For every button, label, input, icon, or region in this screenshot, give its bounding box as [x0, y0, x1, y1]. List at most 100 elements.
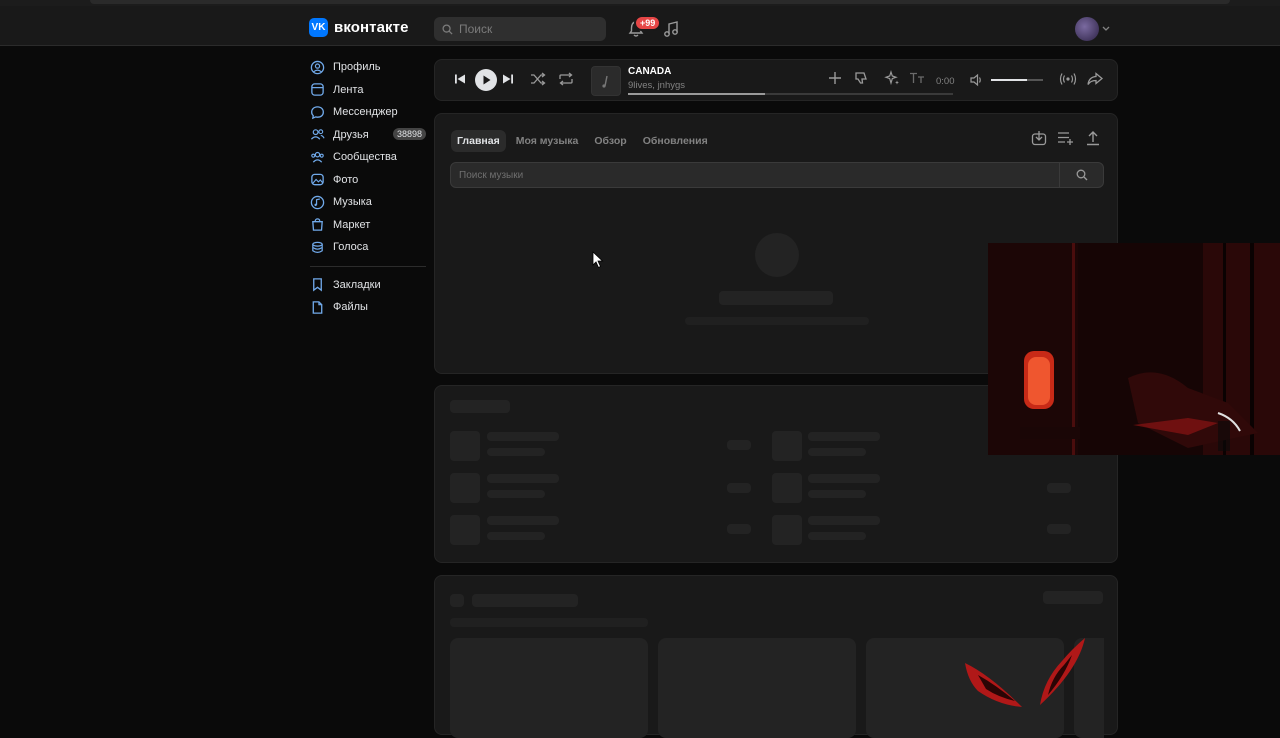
loading-placeholder-line — [487, 432, 559, 441]
photo-icon — [311, 173, 324, 186]
loading-placeholder-line — [487, 532, 545, 540]
music-search-input[interactable] — [451, 163, 1059, 187]
sidebar-item-photo[interactable]: Фото — [310, 169, 426, 192]
music-search-button[interactable] — [1059, 163, 1103, 187]
previous-track-icon[interactable] — [454, 73, 466, 85]
sidebar-item-label: Сообщества — [333, 151, 397, 164]
add-icon[interactable] — [828, 71, 842, 85]
sidebar-divider — [310, 265, 426, 267]
header-search[interactable]: Поиск — [434, 17, 606, 41]
loading-placeholder-line — [727, 440, 751, 450]
loading-placeholder-line — [487, 516, 559, 525]
market-icon — [312, 218, 323, 232]
tab-browse[interactable]: Обзор — [588, 130, 632, 152]
friends-count-badge: 38898 — [392, 127, 426, 140]
friends-icon — [310, 129, 325, 140]
dislike-icon[interactable] — [854, 71, 868, 85]
music-search — [450, 162, 1104, 188]
file-icon — [312, 300, 323, 314]
share-icon[interactable] — [1087, 72, 1103, 86]
vk-logo-icon: VK — [309, 18, 328, 37]
webcam-overlay — [988, 243, 1280, 455]
feed-icon — [311, 83, 324, 97]
loading-placeholder-cover — [450, 431, 480, 461]
loading-placeholder-line — [808, 474, 880, 483]
sidebar-item-label: Маркет — [333, 218, 371, 231]
music-note-icon — [602, 75, 608, 88]
sidebar-item-label: Фото — [333, 173, 359, 186]
music-note-icon[interactable] — [663, 20, 679, 38]
loading-placeholder-line — [1047, 483, 1071, 493]
user-circle-icon — [310, 60, 325, 74]
sidebar-item-label: Закладки — [333, 278, 381, 291]
sidebar-item-label: Лента — [333, 83, 364, 96]
notification-badge: +99 — [634, 15, 662, 31]
search-icon — [442, 23, 453, 35]
message-icon — [311, 105, 324, 119]
sidebar-item-friends[interactable]: Друзья 38898 — [310, 124, 426, 147]
loading-placeholder-cover — [772, 515, 802, 545]
broadcast-icon[interactable] — [1059, 72, 1077, 86]
sparkle-icon[interactable] — [884, 70, 900, 86]
album-cover[interactable] — [591, 66, 621, 96]
track-progress-bar[interactable] — [628, 93, 953, 95]
sidebar-item-messenger[interactable]: Мессенджер — [310, 101, 426, 124]
sidebar-item-label: Профиль — [333, 61, 381, 74]
tab-my-music[interactable]: Моя музыка — [510, 130, 585, 152]
vk-logo[interactable]: VK вконтакте — [309, 18, 409, 37]
lyrics-text-icon[interactable] — [909, 72, 925, 84]
download-icon[interactable] — [1031, 130, 1047, 146]
track-progress-fill — [628, 93, 765, 95]
search-placeholder: Поиск — [459, 22, 493, 36]
loading-placeholder-line — [808, 448, 866, 456]
sidebar-item-market[interactable]: Маркет — [310, 214, 426, 237]
next-track-icon[interactable] — [502, 73, 514, 85]
loading-placeholder-line — [727, 524, 751, 534]
track-artist[interactable]: 9lives, jnhygs — [628, 80, 685, 91]
volume-icon[interactable] — [970, 73, 984, 87]
loading-placeholder-tile — [450, 638, 648, 738]
sidebar-item-music[interactable]: Музыка — [310, 191, 426, 214]
communities-icon — [311, 151, 324, 163]
shuffle-icon[interactable] — [530, 72, 546, 86]
play-button[interactable] — [475, 69, 497, 91]
loading-placeholder-line — [487, 474, 559, 483]
loading-placeholder-cover — [772, 431, 802, 461]
loading-placeholder-title — [450, 400, 510, 413]
avatar[interactable] — [1075, 17, 1099, 41]
top-header: VK вконтакте Поиск +99 — [0, 6, 1280, 46]
sidebar-item-label: Файлы — [333, 301, 368, 314]
coins-icon — [312, 241, 323, 253]
loading-placeholder-line — [808, 432, 880, 441]
mouse-cursor-icon — [592, 251, 604, 269]
tab-main[interactable]: Главная — [451, 130, 506, 152]
loading-placeholder-line — [727, 483, 751, 493]
upload-icon[interactable] — [1085, 130, 1101, 146]
sidebar-item-votes[interactable]: Голоса — [310, 236, 426, 259]
loading-placeholder-title — [472, 594, 578, 607]
music-tabs: Главная Моя музыка Обзор Обновления — [451, 130, 714, 152]
webcam-scene — [988, 243, 1280, 455]
volume-fill — [991, 79, 1028, 81]
red-eyes-overlay — [965, 638, 1085, 707]
loading-placeholder-cover — [450, 473, 480, 503]
sidebar-item-bookmarks[interactable]: Закладки — [310, 274, 426, 297]
audio-player: CANADA 9lives, jnhygs 0:00 — [434, 59, 1118, 101]
loading-placeholder-line — [1043, 591, 1103, 604]
loading-placeholder-line — [487, 490, 545, 498]
sidebar-item-feed[interactable]: Лента — [310, 79, 426, 102]
logo-text: вконтакте — [334, 19, 409, 36]
repeat-icon[interactable] — [558, 72, 574, 86]
track-time: 0:00 — [936, 76, 955, 87]
music-toolbar — [1031, 130, 1101, 146]
sidebar-item-communities[interactable]: Сообщества — [310, 146, 426, 169]
loading-placeholder-cover — [450, 515, 480, 545]
volume-slider[interactable] — [991, 79, 1043, 81]
tab-updates[interactable]: Обновления — [637, 130, 714, 152]
chevron-down-icon[interactable] — [1102, 26, 1110, 32]
sidebar-item-label: Голоса — [333, 241, 369, 254]
sidebar-item-profile[interactable]: Профиль — [310, 56, 426, 79]
sidebar-item-files[interactable]: Файлы — [310, 296, 426, 319]
add-playlist-icon[interactable] — [1057, 130, 1075, 146]
track-title[interactable]: CANADA — [628, 66, 671, 77]
